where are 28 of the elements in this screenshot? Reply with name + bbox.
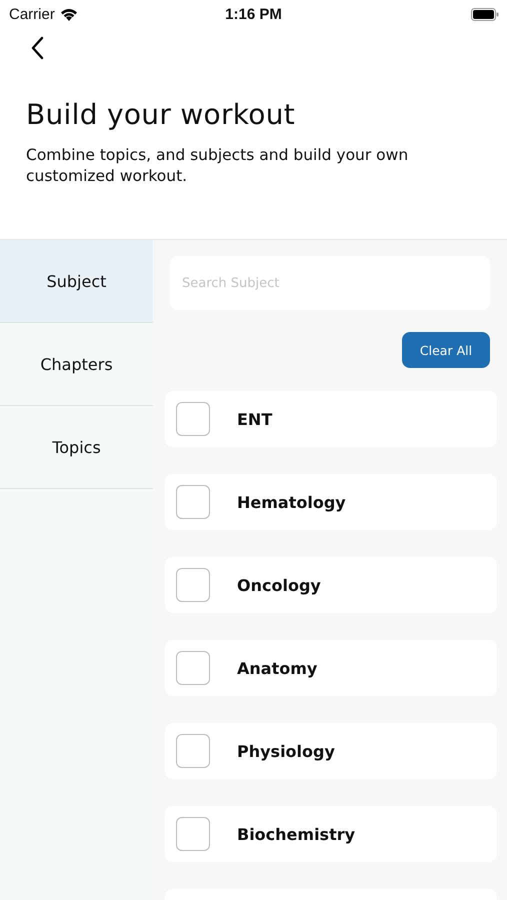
checkbox[interactable]	[176, 402, 210, 436]
subject-row[interactable]: ENT	[165, 391, 497, 447]
checkbox[interactable]	[176, 568, 210, 602]
search-field[interactable]: Search Subject	[170, 256, 490, 310]
subject-name: Anatomy	[237, 658, 318, 678]
checkbox[interactable]	[176, 485, 210, 519]
subject-name: Hematology	[237, 492, 346, 512]
status-time: 1:16 PM	[225, 6, 282, 22]
checkbox[interactable]	[176, 651, 210, 685]
subject-row[interactable]: Oncology	[165, 557, 497, 613]
subject-name: ENT	[237, 410, 272, 428]
back-icon[interactable]	[30, 36, 44, 60]
carrier-label: Carrier	[9, 6, 55, 22]
subject-row[interactable]: Biochemistry	[165, 806, 497, 862]
subject-row[interactable]: Anatomy	[165, 640, 497, 696]
clear-all-button[interactable]: Clear All	[402, 332, 490, 368]
subject-name: Biochemistry	[237, 824, 356, 844]
checkbox[interactable]	[176, 817, 210, 851]
subject-row[interactable]: Physiology	[165, 723, 497, 779]
subject-name: Physiology	[237, 742, 335, 760]
page-title: Build your workout	[26, 98, 296, 131]
battery-icon	[471, 8, 499, 20]
checkbox[interactable]	[176, 734, 210, 768]
wifi-icon	[60, 8, 78, 20]
subject-row[interactable]: Hematology	[165, 474, 497, 530]
subject-name: Oncology	[237, 576, 321, 594]
page-subtitle: Combine topics, and subjects and build your own customized workout.	[26, 145, 410, 187]
sidebar-tab[interactable]: Subject	[0, 240, 153, 323]
